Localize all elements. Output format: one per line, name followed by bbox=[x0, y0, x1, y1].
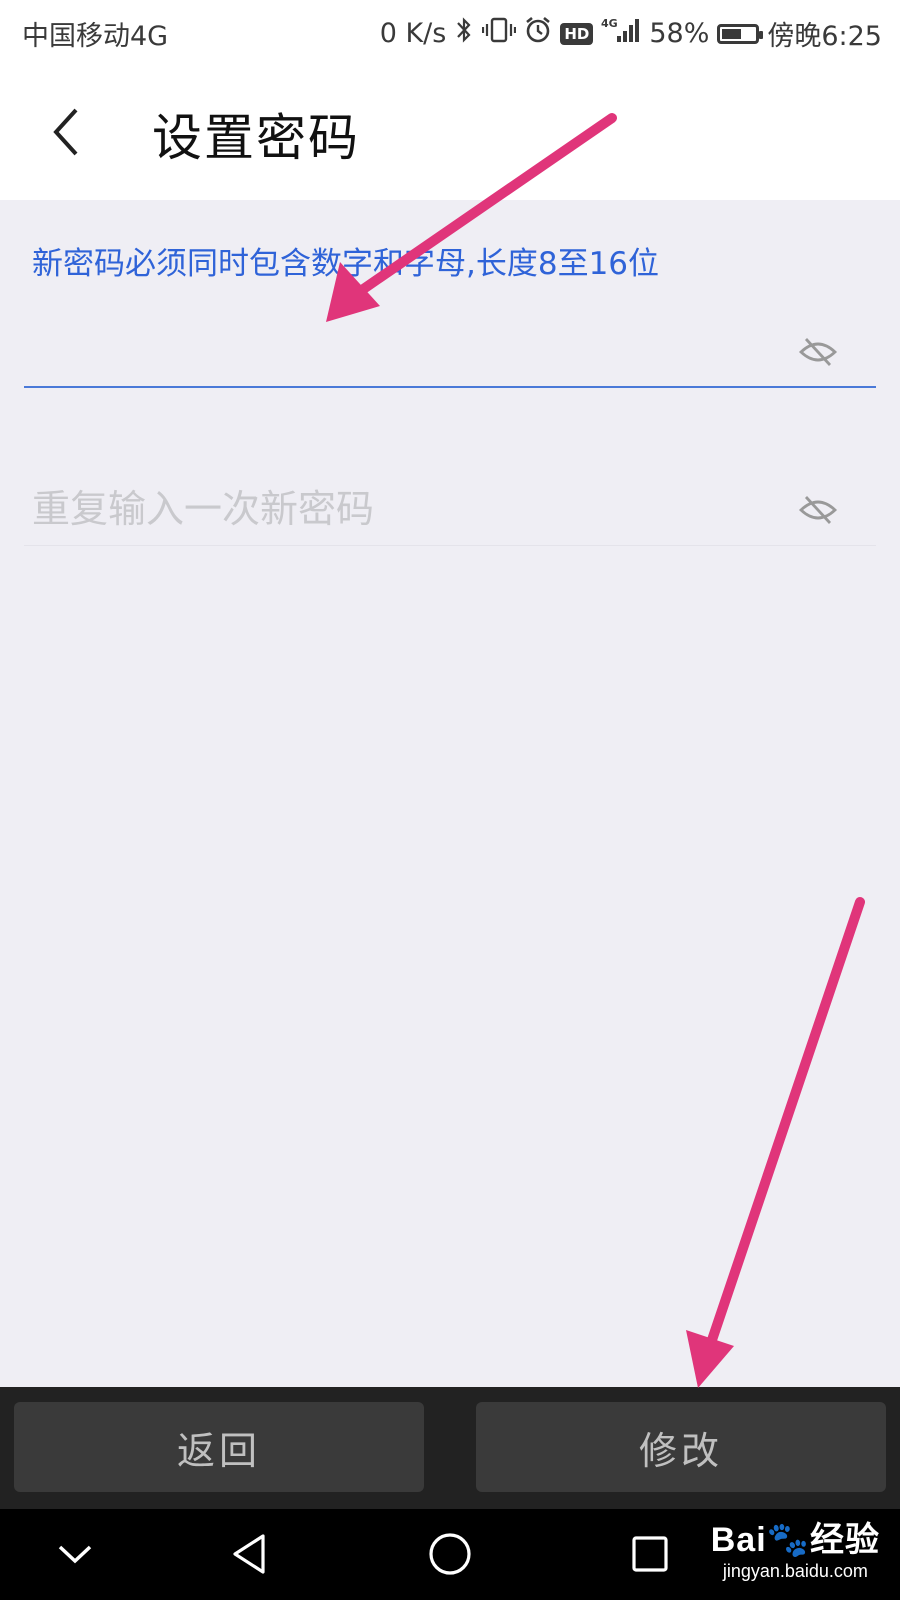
new-password-input[interactable] bbox=[32, 318, 772, 384]
action-bar: 返回 修改 bbox=[0, 1387, 900, 1509]
nav-recents-icon[interactable] bbox=[625, 1529, 675, 1579]
clock: 傍晚6:25 bbox=[767, 21, 882, 52]
input-underline bbox=[24, 545, 876, 546]
signal-icon: 4G bbox=[601, 16, 641, 51]
modify-button[interactable]: 修改 bbox=[476, 1402, 886, 1492]
eye-slash-icon[interactable] bbox=[798, 332, 838, 372]
watermark-url: jingyan.baidu.com bbox=[722, 1561, 868, 1581]
password-requirement-hint: 新密码必须同时包含数字和字母,长度8至16位 bbox=[32, 246, 660, 282]
carrier-label: 中国移动4G bbox=[22, 21, 169, 52]
status-bar: 中国移动4G 0 K/s HD 4G 58% 傍晚6:25 bbox=[0, 0, 900, 64]
watermark-logo: Bai🐾经验 bbox=[710, 1521, 880, 1559]
battery-level bbox=[722, 28, 741, 39]
vibrate-icon bbox=[482, 16, 517, 51]
confirm-password-input[interactable] bbox=[32, 476, 772, 542]
status-icons: 0 K/s HD 4G 58% 傍晚6:25 bbox=[380, 14, 882, 53]
chevron-down-icon[interactable] bbox=[50, 1529, 100, 1579]
bluetooth-icon bbox=[454, 16, 474, 51]
baidu-jingyan-watermark: Bai🐾经验 jingyan.baidu.com bbox=[711, 1512, 880, 1582]
hd-icon: HD bbox=[560, 22, 594, 45]
nav-back-icon[interactable] bbox=[225, 1529, 275, 1579]
nav-home-icon[interactable] bbox=[425, 1529, 475, 1579]
input-underline bbox=[24, 386, 876, 388]
app-header: 设置密码 bbox=[0, 64, 900, 200]
network-speed: 0 K/s bbox=[379, 18, 447, 49]
back-button[interactable]: 返回 bbox=[14, 1402, 424, 1492]
new-password-field bbox=[24, 318, 876, 388]
arrow-to-modify-button bbox=[686, 897, 865, 1388]
confirm-password-field bbox=[24, 476, 876, 546]
svg-text:4G: 4G bbox=[601, 17, 618, 30]
battery-icon bbox=[717, 23, 764, 44]
back-arrow-icon[interactable] bbox=[44, 102, 104, 162]
page-title: 设置密码 bbox=[152, 109, 360, 167]
eye-slash-icon[interactable] bbox=[798, 490, 838, 530]
alarm-icon bbox=[524, 16, 552, 51]
battery-percent: 58% bbox=[649, 18, 710, 49]
